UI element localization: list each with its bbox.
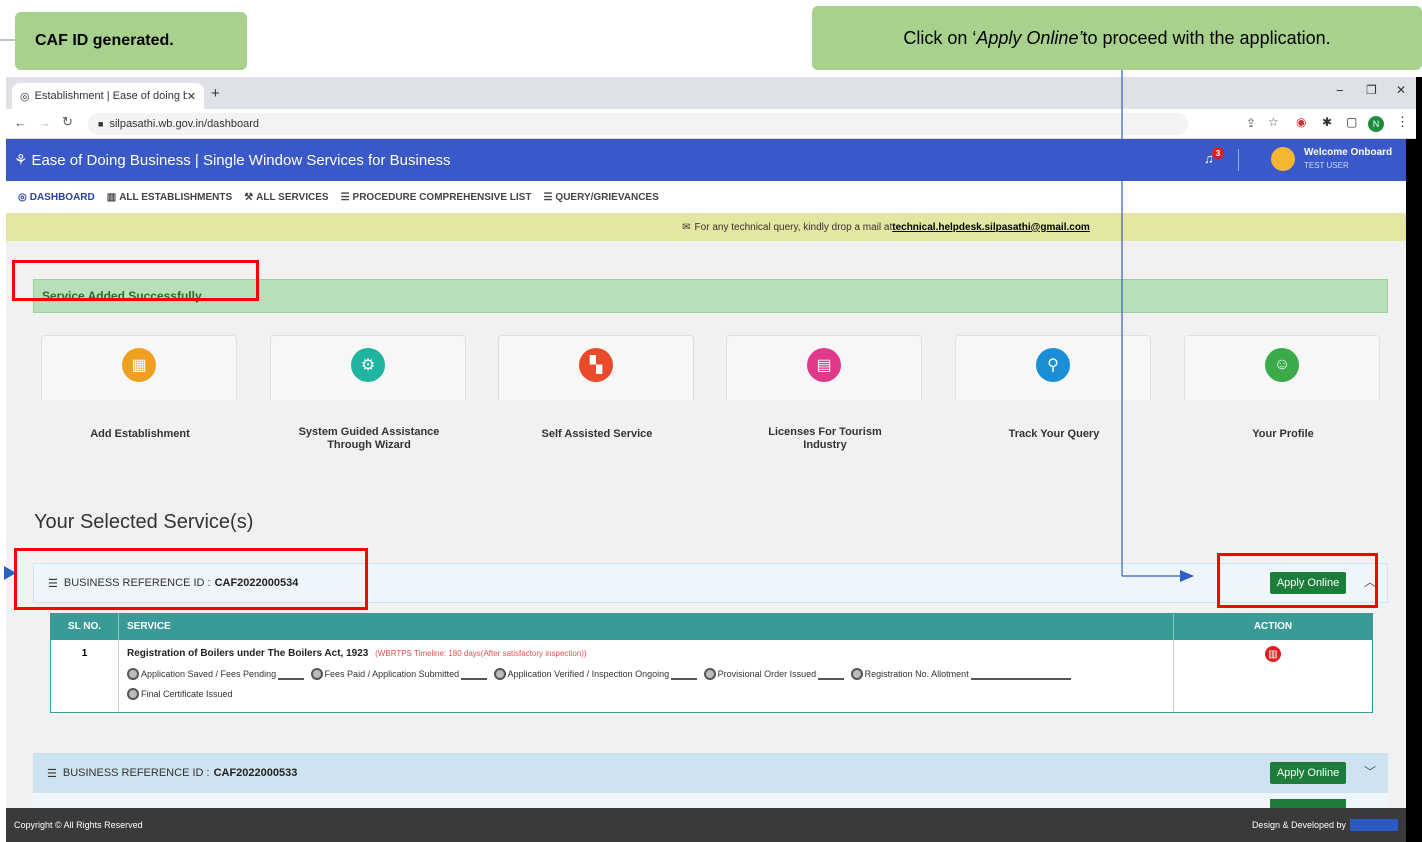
callout-connectors xyxy=(0,39,1194,582)
arrow-head-left-marker xyxy=(4,566,16,580)
arrow-head-right xyxy=(1180,570,1194,582)
